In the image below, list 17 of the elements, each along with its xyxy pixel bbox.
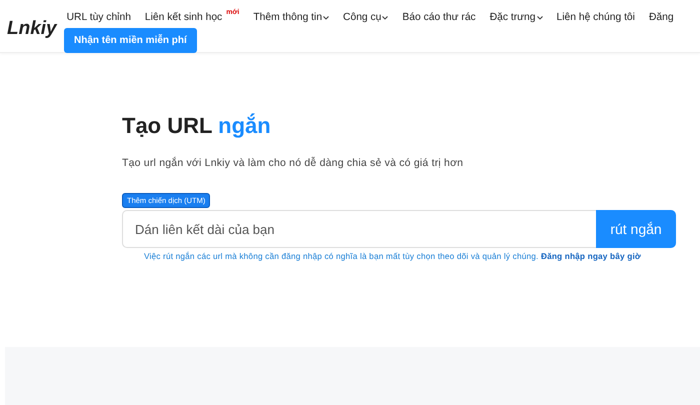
nav-link[interactable]: Thêm thông tin xyxy=(253,12,330,23)
page-title: Tạo URL xyxy=(122,113,212,138)
nav-link[interactable]: Công cụ xyxy=(343,12,388,23)
nav-link[interactable]: Liên hệ chúng tôi xyxy=(556,12,635,23)
subtitle: Tạo url ngắn với Lnkiy và làm cho nó dễ dàng chia sẻ và có giá trị hơn xyxy=(122,157,464,169)
url-input-field[interactable]: Dán liên kết dài của bạn xyxy=(122,210,596,248)
logo[interactable]: Lnkiy xyxy=(7,18,57,40)
page-title-accent: ngắn xyxy=(218,113,271,138)
nav-link[interactable]: URL tùy chỉnh xyxy=(66,12,131,23)
chevron-down-icon xyxy=(382,16,388,20)
chevron-down-icon xyxy=(536,16,543,20)
nav-link[interactable]: Đặc trưng xyxy=(490,12,543,23)
nav-link[interactable]: Đăng xyxy=(648,12,674,23)
login-link[interactable]: Đăng nhập ngay bây giờ xyxy=(540,251,641,261)
nav-link[interactable]: Báo cáo thư rác xyxy=(402,12,476,23)
chevron-down-icon xyxy=(323,16,330,20)
login-notice: Việc rút ngắn các url mà không cần đăng nhập có nghĩa là bạn mất tùy chọn theo dõi và quản lý chúng. Đăng nhập ngay bây giờ xyxy=(144,251,642,261)
